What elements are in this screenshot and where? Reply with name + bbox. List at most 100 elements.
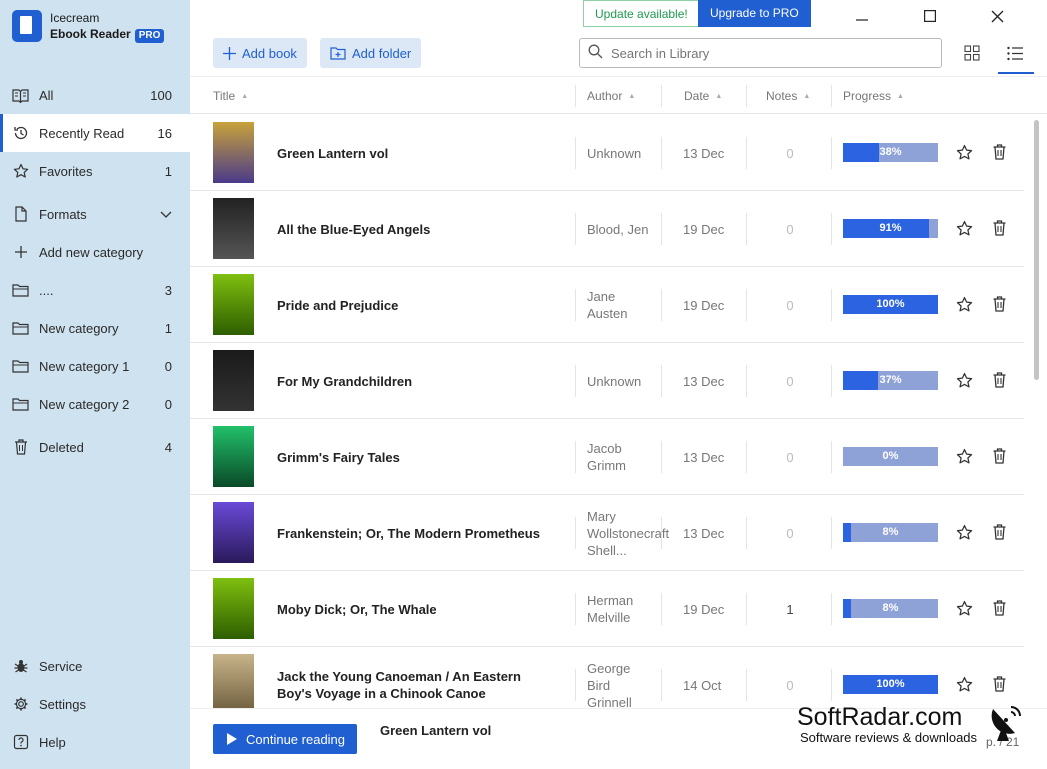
- favorite-star-icon[interactable]: [953, 293, 975, 315]
- favorite-star-icon[interactable]: [953, 673, 975, 695]
- sidebar-item-help[interactable]: Help: [0, 723, 190, 761]
- column-label: Title: [213, 89, 236, 103]
- sidebar-item-service[interactable]: Service: [0, 647, 190, 685]
- book-date: 19 Dec: [683, 601, 725, 617]
- table-row[interactable]: All the Blue-Eyed Angels Blood, Jen 19 Dec…: [190, 191, 1024, 267]
- table-row[interactable]: Grimm's Fairy Tales Jacob Grimm 13 Dec 0 0%: [190, 419, 1024, 495]
- grid-view-icon[interactable]: [959, 40, 985, 66]
- book-author: Jacob Grimm: [587, 441, 626, 473]
- minimize-icon[interactable]: [850, 4, 874, 28]
- bug-icon: [12, 658, 29, 675]
- sidebar-item-formats[interactable]: Formats: [0, 195, 190, 233]
- column-progress[interactable]: Progress ▲: [843, 77, 904, 115]
- add-book-button[interactable]: Add book: [213, 38, 307, 68]
- book-list: Green Lantern vol Unknown 13 Dec 0 38% All th…: [190, 115, 1024, 708]
- book-logo-icon: [12, 10, 42, 42]
- progress-label: 38%: [879, 146, 902, 158]
- sidebar-item-add-category[interactable]: Add new category: [0, 233, 190, 271]
- column-notes[interactable]: Notes ▲: [766, 77, 810, 115]
- sidebar-item-label: Service: [39, 658, 83, 674]
- column-divider: [831, 289, 832, 321]
- column-divider: [575, 669, 576, 701]
- sidebar-item-settings[interactable]: Settings: [0, 685, 190, 723]
- gear-icon: [12, 696, 29, 713]
- progress-bar: 8%: [843, 599, 938, 618]
- book-open-icon: [12, 87, 29, 104]
- book-title[interactable]: Jack the Young Canoeman / An Eastern Boy…: [277, 647, 557, 708]
- book-title[interactable]: Pride and Prejudice: [277, 267, 557, 343]
- table-row[interactable]: Green Lantern vol Unknown 13 Dec 0 38%: [190, 115, 1024, 191]
- scrollbar[interactable]: [1034, 120, 1039, 380]
- delete-trash-icon[interactable]: [988, 521, 1010, 543]
- book-cover[interactable]: [213, 198, 254, 259]
- add-folder-button[interactable]: Add folder: [320, 38, 422, 68]
- favorite-star-icon[interactable]: [953, 369, 975, 391]
- favorite-star-icon[interactable]: [953, 141, 975, 163]
- update-available-button[interactable]: Update available!: [583, 0, 700, 27]
- table-row[interactable]: For My Grandchildren Unknown 13 Dec 0 37%: [190, 343, 1024, 419]
- book-title[interactable]: Moby Dick; Or, The Whale: [277, 571, 557, 647]
- book-author: Jane Austen: [587, 289, 628, 321]
- book-title[interactable]: Frankenstein; Or, The Modern Prometheus: [277, 495, 557, 571]
- sidebar-item-label: Settings: [39, 696, 86, 712]
- favorite-star-icon[interactable]: [953, 597, 975, 619]
- folder-icon: [12, 320, 29, 337]
- delete-trash-icon[interactable]: [988, 217, 1010, 239]
- favorite-star-icon[interactable]: [953, 521, 975, 543]
- book-title[interactable]: Green Lantern vol: [277, 115, 557, 191]
- watermark-subtitle: Software reviews & downloads: [800, 730, 978, 745]
- table-row[interactable]: Moby Dick; Or, The Whale Herman Melville 1…: [190, 571, 1024, 647]
- delete-trash-icon[interactable]: [988, 445, 1010, 467]
- book-cover[interactable]: [213, 122, 254, 183]
- book-cover[interactable]: [213, 578, 254, 639]
- book-title[interactable]: All the Blue-Eyed Angels: [277, 191, 557, 267]
- book-cover[interactable]: [213, 274, 254, 335]
- sidebar-item-count: 100: [150, 87, 172, 103]
- list-view-icon[interactable]: [1002, 40, 1028, 66]
- book-author: Blood, Jen: [587, 221, 649, 237]
- delete-trash-icon[interactable]: [988, 673, 1010, 695]
- sidebar-item-favorites[interactable]: Favorites 1: [0, 152, 190, 190]
- sidebar-item-new-category-1[interactable]: New category 1 0: [0, 347, 190, 385]
- book-cover[interactable]: [213, 654, 254, 708]
- delete-trash-icon[interactable]: [988, 369, 1010, 391]
- table-row[interactable]: Pride and Prejudice Jane Austen 19 Dec 0 100…: [190, 267, 1024, 343]
- book-title[interactable]: Grimm's Fairy Tales: [277, 419, 557, 495]
- book-cover[interactable]: [213, 426, 254, 487]
- sidebar-item-new-category-2[interactable]: New category 2 0: [0, 385, 190, 423]
- column-divider: [661, 365, 662, 397]
- column-date[interactable]: Date ▲: [684, 77, 722, 115]
- add-folder-label: Add folder: [352, 45, 412, 61]
- book-cover[interactable]: [213, 350, 254, 411]
- column-divider: [575, 137, 576, 169]
- delete-trash-icon[interactable]: [988, 597, 1010, 619]
- table-row[interactable]: Jack the Young Canoeman / An Eastern Boy…: [190, 647, 1024, 708]
- maximize-icon[interactable]: [918, 4, 942, 28]
- sidebar-item-new-category[interactable]: New category 1: [0, 309, 190, 347]
- continue-reading-label: Continue reading: [246, 731, 346, 747]
- favorite-star-icon[interactable]: [953, 445, 975, 467]
- star-icon: [12, 163, 29, 180]
- search-box[interactable]: [579, 38, 942, 68]
- close-icon[interactable]: [985, 4, 1009, 28]
- book-title[interactable]: For My Grandchildren: [277, 343, 557, 419]
- progress-label: 100%: [876, 678, 905, 690]
- search-input[interactable]: [611, 45, 911, 61]
- folder-plus-icon: [330, 46, 346, 60]
- sidebar-item-label: New category: [39, 320, 119, 336]
- book-cover[interactable]: [213, 502, 254, 563]
- progress-bar: 91%: [843, 219, 938, 238]
- sidebar-item-category-dots[interactable]: .... 3: [0, 271, 190, 309]
- sidebar-item-all[interactable]: All 100: [0, 76, 190, 114]
- table-row[interactable]: Frankenstein; Or, The Modern Prometheus M…: [190, 495, 1024, 571]
- upgrade-pro-button[interactable]: Upgrade to PRO: [698, 0, 811, 27]
- sidebar-item-recently-read[interactable]: Recently Read 16: [0, 114, 190, 152]
- chevron-down-icon[interactable]: [160, 207, 172, 222]
- delete-trash-icon[interactable]: [988, 293, 1010, 315]
- sidebar-item-deleted[interactable]: Deleted 4: [0, 428, 190, 466]
- continue-reading-button[interactable]: Continue reading: [213, 724, 358, 754]
- delete-trash-icon[interactable]: [988, 141, 1010, 163]
- column-title[interactable]: Title ▲: [213, 77, 248, 115]
- favorite-star-icon[interactable]: [953, 217, 975, 239]
- column-author[interactable]: Author ▲: [587, 77, 635, 115]
